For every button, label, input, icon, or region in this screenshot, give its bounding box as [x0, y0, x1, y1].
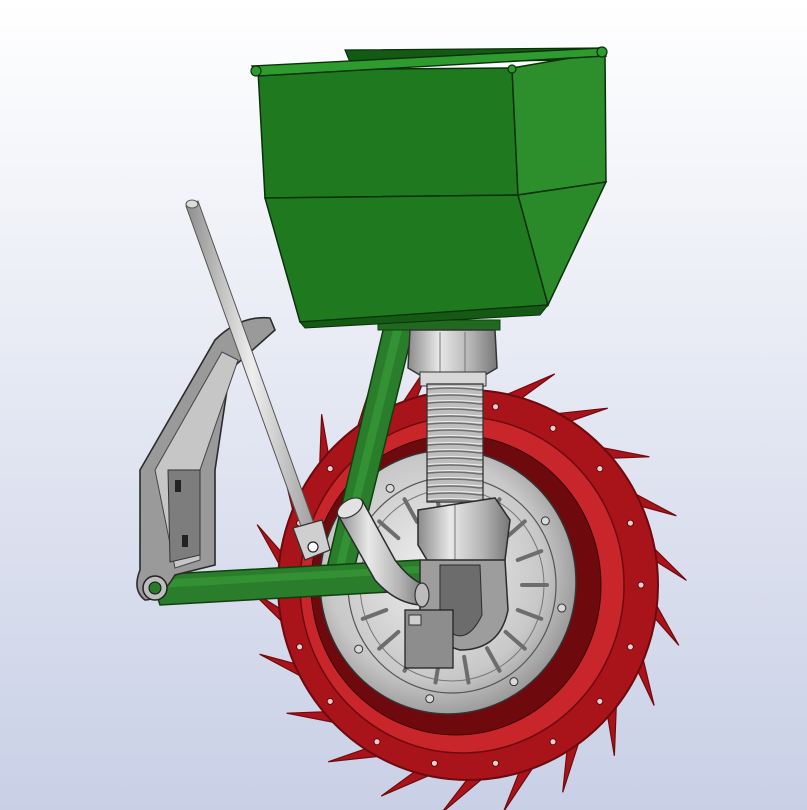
- rim-bolt-hole: [326, 697, 334, 705]
- rim-bolt-hole: [431, 759, 438, 767]
- hub-bolt: [385, 483, 395, 493]
- hub-bolt: [557, 603, 567, 613]
- hub-bolt: [540, 516, 550, 526]
- rim-bolt-hole: [596, 465, 604, 473]
- planter-model-render: [0, 0, 807, 810]
- rim-bolt-hole: [626, 519, 634, 527]
- rim-bolt-hole: [492, 403, 499, 411]
- rim-bolt-hole: [596, 697, 604, 705]
- seed-hopper: [250, 46, 608, 329]
- rim-bolt-hole: [626, 643, 634, 651]
- rim-bolt-hole: [637, 581, 645, 589]
- rim-bolt-hole: [326, 465, 334, 473]
- rim-bolt-hole: [549, 424, 557, 432]
- cad-3d-viewport[interactable]: [0, 0, 807, 810]
- hub-bolt: [354, 644, 364, 654]
- rim-bolt-hole: [373, 738, 381, 746]
- hub-bolt: [509, 677, 519, 687]
- rim-bolt-hole: [296, 643, 304, 651]
- hub-bolt: [425, 694, 435, 704]
- rim-bolt-hole: [549, 738, 557, 746]
- rim-bolt-hole: [492, 759, 499, 767]
